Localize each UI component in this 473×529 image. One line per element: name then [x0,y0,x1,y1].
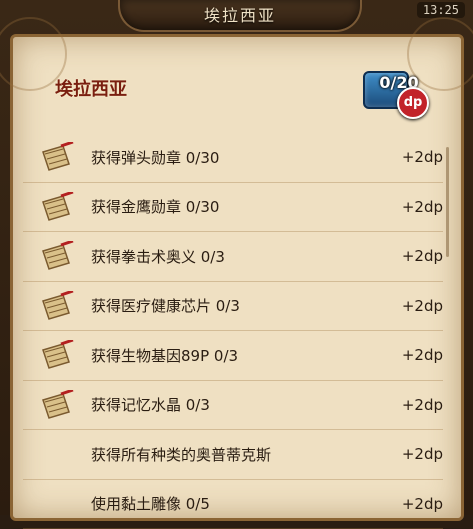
task-row[interactable]: 获得拳击术奥义 0/3 +2dp [23,232,443,282]
title-banner: 埃拉西亚 [118,0,362,32]
task-label: 获得拳击术奥义 0/3 [91,246,373,267]
task-label: 使用黏土雕像 0/5 [91,493,373,514]
task-reward: +2dp [373,346,443,364]
task-label: 获得生物基因89P 0/3 [91,345,373,366]
scroll-icon [39,390,75,420]
task-row[interactable]: 获得弹头勋章 0/30 +2dp [23,133,443,183]
task-label: 获得记忆水晶 0/3 [91,394,373,415]
task-reward: +2dp [373,247,443,265]
quest-panel: 埃拉西亚 0/20 dp 获得弹头勋章 0/30 +2dp [10,34,464,521]
task-reward: +2dp [373,198,443,216]
task-row[interactable]: 获得医疗健康芯片 0/3 +2dp [23,282,443,332]
section-title: 埃拉西亚 [55,75,127,101]
window-frame: 埃拉西亚 13:25 埃拉西亚 0/20 dp 获得弹头勋章 0/30 +2dp [0,0,473,515]
scroll-icon [39,291,75,321]
task-reward: +2dp [373,148,443,166]
task-row[interactable]: 获得金鹰勋章 0/30 +2dp [23,183,443,233]
progress-badge: 0/20 dp [361,57,433,119]
task-label: 获得医疗健康芯片 0/3 [91,295,373,316]
window-title: 埃拉西亚 [120,2,360,26]
task-label: 获得所有种类的奥普蒂克斯 [91,444,373,465]
task-reward: +2dp [373,495,443,513]
clock: 13:25 [417,2,465,18]
scroll-icon [39,340,75,370]
task-reward: +2dp [373,396,443,414]
task-row[interactable]: 使用黏土雕像 0/5 +2dp [23,480,443,529]
task-row[interactable]: 获得生物基因89P 0/3 +2dp [23,331,443,381]
scroll-icon [39,142,75,172]
task-list: 获得弹头勋章 0/30 +2dp 获得金鹰勋章 0/30 +2dp [23,133,443,529]
scrollbar[interactable] [446,147,449,257]
scroll-icon [39,192,75,222]
task-row[interactable]: 获得记忆水晶 0/3 +2dp [23,381,443,431]
dp-icon: dp [397,87,429,119]
task-reward: +2dp [373,445,443,463]
task-row[interactable]: 获得所有种类的奥普蒂克斯 +2dp [23,430,443,480]
scroll-icon [39,241,75,271]
task-reward: +2dp [373,297,443,315]
task-label: 获得金鹰勋章 0/30 [91,196,373,217]
task-label: 获得弹头勋章 0/30 [91,147,373,168]
